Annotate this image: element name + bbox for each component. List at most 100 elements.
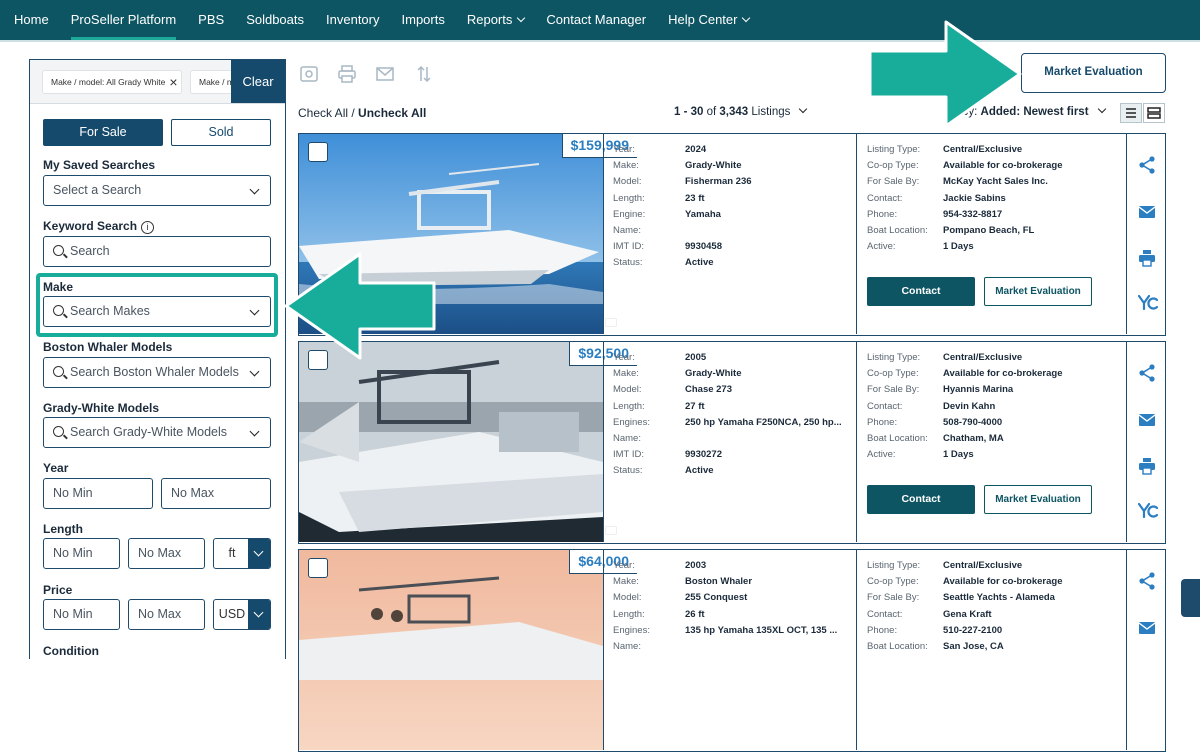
- market-evaluation-button[interactable]: Market Evaluation: [1021, 53, 1166, 93]
- spec-value: Active: [685, 465, 714, 477]
- email-icon[interactable]: [1137, 202, 1157, 222]
- length-unit-select[interactable]: ft: [213, 538, 271, 569]
- print-icon[interactable]: [337, 65, 357, 83]
- email-icon[interactable]: [375, 65, 395, 83]
- market-evaluation-button[interactable]: Market Evaluation: [984, 277, 1092, 306]
- spec-value: Grady-White: [685, 368, 742, 380]
- card-view-button[interactable]: [1143, 103, 1165, 123]
- detail-label: Active:: [867, 449, 896, 461]
- sold-toggle[interactable]: Sold: [171, 119, 271, 146]
- sort-arrows-icon[interactable]: [414, 65, 434, 83]
- detail-row: For Sale By: McKay Yacht Sales Inc.: [867, 176, 1123, 190]
- detail-row: Listing Type: Central/Exclusive: [867, 560, 1123, 574]
- listing-actions: [1129, 550, 1165, 750]
- spec-row: IMT ID: 9930272: [613, 449, 853, 463]
- email-icon[interactable]: [1137, 410, 1157, 430]
- card-view-icon: [1147, 107, 1161, 119]
- price-max-input[interactable]: No Max: [128, 599, 205, 630]
- nav-item-label: ProSeller Platform: [70, 12, 177, 27]
- nav-item-help-center[interactable]: Help Center: [668, 0, 751, 40]
- detail-row: Phone: 508-790-4000: [867, 417, 1123, 431]
- for-sale-toggle[interactable]: For Sale: [43, 119, 163, 146]
- spec-row: Length: 23 ft: [613, 193, 853, 207]
- market-evaluation-button[interactable]: Market Evaluation: [984, 485, 1092, 514]
- detail-label: Listing Type:: [867, 144, 921, 155]
- print-icon[interactable]: [1137, 456, 1157, 476]
- price-unit-select[interactable]: USD: [213, 599, 271, 630]
- detail-value: Central/Exclusive: [943, 144, 1023, 155]
- listing-checkbox[interactable]: [308, 558, 328, 578]
- nav-item-inventory[interactable]: Inventory: [326, 0, 379, 40]
- nav-item-reports[interactable]: Reports: [467, 0, 526, 40]
- boston-whaler-models-select[interactable]: Search Boston Whaler Models: [43, 357, 271, 388]
- nav-item-home[interactable]: Home: [14, 0, 49, 40]
- contact-button[interactable]: Contact: [867, 277, 975, 306]
- filter-chip[interactable]: Make / model: All Grady White ×: [42, 70, 182, 94]
- share-icon[interactable]: [1137, 155, 1157, 175]
- uncheck-all-link[interactable]: Uncheck All: [358, 106, 426, 120]
- spec-row: IMT ID: 9930458: [613, 241, 853, 255]
- list-view-button[interactable]: [1120, 103, 1142, 123]
- spec-value: Grady-White: [685, 160, 742, 172]
- spec-value: 23 ft: [685, 192, 705, 204]
- spec-value: 27 ft: [685, 400, 705, 412]
- nav-item-label: Inventory: [326, 12, 380, 27]
- length-min-input[interactable]: No Min: [43, 538, 120, 569]
- spec-label: Engine:: [613, 208, 646, 220]
- listing-photo[interactable]: [299, 550, 603, 750]
- yc-logo-icon[interactable]: [1137, 292, 1159, 312]
- check-all-link[interactable]: Check All: [298, 106, 348, 120]
- spec-row: Name:: [613, 641, 853, 655]
- detail-row: Contact: Devin Kahn: [867, 401, 1123, 415]
- check-all-controls: Check All / Uncheck All: [298, 106, 426, 120]
- listing-checkbox[interactable]: [308, 142, 328, 162]
- contact-button[interactable]: Contact: [867, 485, 975, 514]
- info-icon[interactable]: i: [141, 221, 155, 234]
- saved-searches-select[interactable]: Select a Search: [43, 175, 271, 206]
- listing-card: $92,500 18 Year: 2005 Make: Grady-White Model:…: [298, 341, 1166, 544]
- length-max-input[interactable]: No Max: [128, 538, 205, 569]
- email-icon[interactable]: [1137, 618, 1157, 638]
- detail-row: Active: 1 Days: [867, 449, 1123, 463]
- share-icon[interactable]: [1137, 363, 1157, 383]
- spec-value: Yamaha: [685, 208, 721, 220]
- spec-row: Make: Grady-White: [613, 368, 853, 382]
- detail-row: For Sale By: Hyannis Marina: [867, 384, 1123, 398]
- listing-count[interactable]: 1 - 30 of 3,343 Listings: [674, 104, 808, 118]
- search-icon: [53, 426, 64, 437]
- year-max-input[interactable]: No Max: [161, 478, 271, 509]
- listing-details: Listing Type: Central/Exclusive Co-op Type…: [857, 550, 1127, 750]
- grady-white-models-select[interactable]: Search Grady-White Models: [43, 417, 271, 448]
- nav-item-proseller-platform[interactable]: ProSeller Platform: [70, 0, 177, 40]
- detail-row: Boat Location: San Jose, CA: [867, 641, 1123, 655]
- clear-filters-button[interactable]: Clear: [231, 60, 285, 103]
- side-panel-tab[interactable]: [1181, 579, 1200, 617]
- filter-chip-label: Make / model: All Grady White: [51, 77, 166, 87]
- detail-value: 510-227-2100: [943, 624, 1003, 636]
- spec-value: 9930458: [685, 241, 722, 253]
- nav-item-soldboats[interactable]: Soldboats: [246, 0, 304, 40]
- nav-item-contact-manager[interactable]: Contact Manager: [546, 0, 646, 40]
- year-min-input[interactable]: No Min: [43, 478, 153, 509]
- yc-logo-icon[interactable]: [1137, 500, 1159, 520]
- check-separator: /: [348, 106, 359, 120]
- listing-photo[interactable]: [299, 342, 603, 542]
- nav-item-imports[interactable]: Imports: [402, 0, 445, 40]
- price-min-input[interactable]: No Min: [43, 599, 120, 630]
- share-icon[interactable]: [1137, 571, 1157, 591]
- keyword-search-input[interactable]: Search: [43, 236, 271, 267]
- print-icon[interactable]: [1137, 248, 1157, 268]
- nav-item-label: Imports: [401, 12, 445, 27]
- detail-value: 508-790-4000: [943, 416, 1003, 428]
- detail-row: Listing Type: Central/Exclusive: [867, 352, 1123, 366]
- spec-row: Engine: Yamaha: [613, 209, 853, 223]
- keyword-search-label-text: Keyword Search: [43, 219, 138, 233]
- spec-value: 255 Conquest: [685, 592, 748, 604]
- spec-value: 2024: [685, 144, 707, 155]
- view-icon[interactable]: [299, 65, 319, 83]
- spec-row: Status: Active: [613, 465, 853, 479]
- listing-actions: [1129, 342, 1165, 542]
- nav-item-pbs[interactable]: PBS: [198, 0, 224, 40]
- spec-row: Year: 2005: [613, 352, 853, 366]
- close-icon[interactable]: ×: [169, 71, 177, 93]
